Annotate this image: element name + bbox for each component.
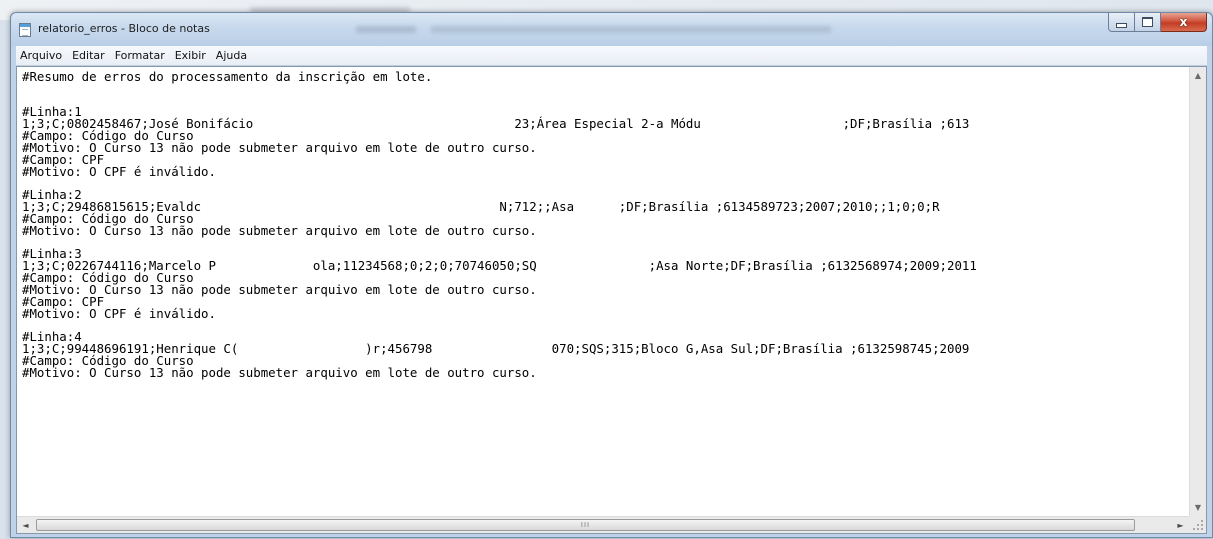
record-detail-line: #Motivo: O Curso 13 não pode submeter ar… (22, 223, 537, 238)
vertical-scrollbar[interactable]: ▲ ▼ (1189, 67, 1206, 516)
title-bar-blurred-region (356, 26, 416, 33)
caption-buttons: x (1108, 13, 1207, 33)
maximize-icon (1142, 17, 1153, 27)
record-data-line: 1;3;C;0802458467;José Bonifácio 23;Área … (22, 116, 970, 131)
menu-bar: Arquivo Editar Formatar Exibir Ajuda (16, 46, 1207, 66)
minimize-button[interactable] (1108, 13, 1135, 32)
scroll-up-arrow-icon[interactable]: ▲ (1190, 67, 1206, 84)
scroll-thumb-grip-icon: III (580, 521, 591, 529)
record-detail-line: #Motivo: O Curso 13 não pode submeter ar… (22, 282, 537, 297)
menu-exibir[interactable]: Exibir (170, 46, 211, 65)
title-bar-blurred-region (431, 26, 831, 33)
close-icon: x (1179, 15, 1188, 29)
maximize-button[interactable] (1135, 13, 1161, 32)
horizontal-scrollbar[interactable]: ◄ III ► (17, 516, 1189, 533)
scroll-left-arrow-icon[interactable]: ◄ (17, 517, 34, 533)
record-data-line: 1;3;C;0226744116;Marcelo P ola;11234568;… (22, 258, 977, 273)
desktop-background: relatorio_erros - Bloco de notas x Arqui… (0, 0, 1213, 539)
scroll-right-arrow-icon[interactable]: ► (1172, 517, 1189, 533)
horizontal-scroll-thumb[interactable]: III (36, 519, 1135, 531)
record-detail-line: #Motivo: O Curso 13 não pode submeter ar… (22, 140, 537, 155)
minimize-icon (1116, 22, 1127, 28)
notepad-app-icon[interactable] (19, 23, 31, 37)
resize-grip-icon[interactable] (1189, 516, 1206, 533)
text-content[interactable]: #Resumo de erros do processamento da ins… (17, 67, 1189, 516)
record-detail-line: #Motivo: O Curso 13 não pode submeter ar… (22, 365, 537, 380)
menu-ajuda[interactable]: Ajuda (211, 46, 252, 65)
record-detail-line: #Motivo: O CPF é inválido. (22, 306, 216, 321)
close-button[interactable]: x (1161, 13, 1207, 32)
title-bar[interactable]: relatorio_erros - Bloco de notas x (11, 13, 1212, 46)
text-editor[interactable]: #Resumo de erros do processamento da ins… (16, 66, 1207, 534)
menu-formatar[interactable]: Formatar (110, 46, 170, 65)
window-title: relatorio_erros - Bloco de notas (38, 22, 210, 35)
report-header-line: #Resumo de erros do processamento da ins… (22, 69, 433, 84)
notepad-window: relatorio_erros - Bloco de notas x Arqui… (10, 12, 1213, 538)
scroll-down-arrow-icon[interactable]: ▼ (1190, 499, 1206, 516)
record-data-line: 1;3;C;29486815615;Evaldc N;712;;Asa ;DF;… (22, 199, 940, 214)
menu-editar[interactable]: Editar (67, 46, 110, 65)
record-detail-line: #Motivo: O CPF é inválido. (22, 164, 216, 179)
menu-arquivo[interactable]: Arquivo (16, 46, 67, 65)
record-data-line: 1;3;C;99448696191;Henrique C( )r;456798 … (22, 341, 970, 356)
